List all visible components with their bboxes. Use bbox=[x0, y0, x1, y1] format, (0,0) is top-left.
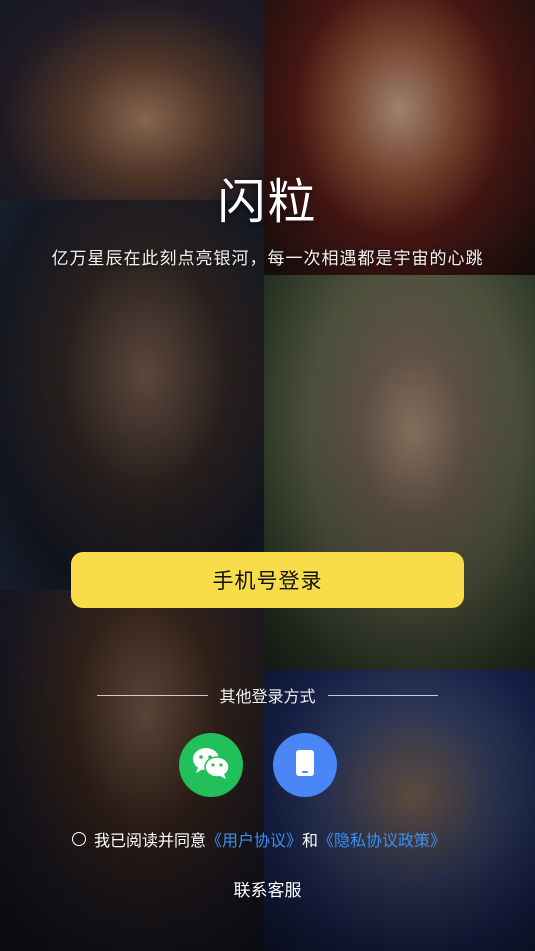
wechat-icon bbox=[191, 746, 231, 784]
agreement-checkbox[interactable] bbox=[72, 832, 86, 846]
user-agreement-link[interactable]: 《用户协议》 bbox=[206, 827, 302, 851]
privacy-policy-link[interactable]: 《隐私协议政策》 bbox=[318, 827, 446, 851]
app-title: 闪粒 bbox=[217, 174, 318, 230]
app-tagline: 亿万星辰在此刻点亮银河，每一次相遇都是宇宙的心跳 bbox=[51, 249, 484, 269]
background-photo-grid bbox=[0, 0, 535, 951]
other-login-label: 其他登录方式 bbox=[219, 687, 316, 706]
device-login-button[interactable] bbox=[273, 733, 337, 797]
agreement-row: 我已阅读并同意 《用户协议》 和 《隐私协议政策》 bbox=[72, 828, 446, 850]
agreement-and: 和 bbox=[302, 831, 319, 850]
background-overlay bbox=[0, 0, 535, 951]
contact-support-link[interactable]: 联系客服 bbox=[0, 876, 535, 901]
phone-login-button[interactable]: 手机号登录 bbox=[71, 552, 464, 608]
divider-line bbox=[97, 694, 208, 696]
divider-line bbox=[327, 694, 439, 696]
agreement-prefix: 我已阅读并同意 bbox=[94, 831, 207, 850]
other-login-divider: 其他登录方式 bbox=[97, 684, 439, 706]
phone-device-icon bbox=[295, 749, 315, 781]
wechat-login-button[interactable] bbox=[179, 733, 243, 797]
